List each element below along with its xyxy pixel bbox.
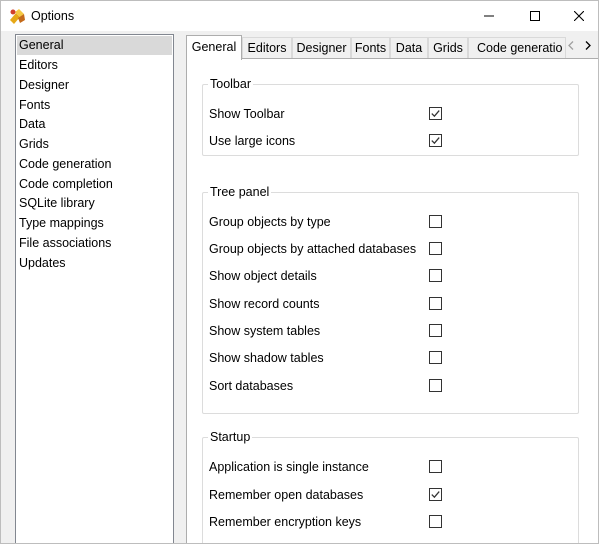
tab-general[interactable]: General: [186, 35, 242, 60]
show-object-details-checkbox[interactable]: [429, 269, 442, 282]
tab-scroll-left-button[interactable]: [564, 38, 578, 54]
remember-open-databases-checkbox[interactable]: [429, 488, 442, 501]
startup-group-title: Startup: [208, 430, 253, 444]
group-objects-by-type-checkbox[interactable]: [429, 215, 442, 228]
settings-tab-strip: General Editors Designer Fonts Data Grid…: [184, 35, 598, 60]
group-objects-by-type-label: Group objects by type: [209, 215, 331, 229]
nav-item-designer[interactable]: Designer: [17, 76, 172, 95]
remember-encryption-keys-checkbox[interactable]: [429, 515, 442, 528]
close-icon: [574, 11, 584, 21]
remember-encryption-keys-label: Remember encryption keys: [209, 515, 362, 529]
chevron-left-icon: [568, 39, 574, 53]
nav-item-data[interactable]: Data: [17, 115, 172, 134]
window-title: Options: [31, 9, 75, 23]
checkmark-icon: [431, 491, 440, 499]
tab-scroll-right-button[interactable]: [581, 38, 595, 54]
tree-panel-group-title: Tree panel: [208, 185, 272, 199]
close-button[interactable]: [557, 1, 598, 31]
checkmark-icon: [431, 137, 440, 145]
sort-databases-checkbox[interactable]: [429, 379, 442, 392]
show-toolbar-checkbox[interactable]: [429, 107, 442, 120]
nav-item-file-associations[interactable]: File associations: [17, 234, 172, 253]
tab-designer[interactable]: Designer: [292, 37, 351, 59]
group-objects-by-attached-databases-checkbox[interactable]: [429, 242, 442, 255]
options-window: Options General Editors Designer Fonts D…: [0, 0, 599, 544]
show-shadow-tables-checkbox[interactable]: [429, 351, 442, 364]
nav-item-sqlite-library[interactable]: SQLite library: [17, 194, 172, 213]
title-bar[interactable]: Options: [1, 1, 598, 31]
minimize-button[interactable]: [467, 1, 511, 31]
nav-item-general[interactable]: General: [17, 36, 172, 55]
checkmark-icon: [431, 110, 440, 118]
nav-item-type-mappings[interactable]: Type mappings: [17, 214, 172, 233]
nav-item-updates[interactable]: Updates: [17, 254, 172, 273]
tab-code-generation[interactable]: Code generatio: [468, 37, 566, 59]
maximize-icon: [530, 11, 540, 21]
show-toolbar-label: Show Toolbar: [209, 107, 285, 121]
nav-item-code-generation[interactable]: Code generation: [17, 155, 172, 174]
show-system-tables-label: Show system tables: [209, 324, 321, 338]
maximize-button[interactable]: [513, 1, 557, 31]
nav-item-fonts[interactable]: Fonts: [17, 96, 172, 115]
application-single-instance-checkbox[interactable]: [429, 460, 442, 473]
group-objects-by-attached-databases-label: Group objects by attached databases: [209, 242, 417, 256]
options-category-list[interactable]: General Editors Designer Fonts Data Grid…: [15, 34, 174, 543]
tab-fonts[interactable]: Fonts: [351, 37, 390, 59]
minimize-icon: [484, 11, 494, 21]
chevron-right-icon: [585, 39, 591, 53]
show-system-tables-checkbox[interactable]: [429, 324, 442, 337]
show-record-counts-label: Show record counts: [209, 297, 320, 311]
toolbar-group-title: Toolbar: [208, 77, 253, 91]
show-object-details-label: Show object details: [209, 269, 317, 283]
use-large-icons-checkbox[interactable]: [429, 134, 442, 147]
nav-item-grids[interactable]: Grids: [17, 135, 172, 154]
application-single-instance-label: Application is single instance: [209, 460, 369, 474]
use-large-icons-label: Use large icons: [209, 134, 296, 148]
tab-data[interactable]: Data: [390, 37, 428, 59]
show-shadow-tables-label: Show shadow tables: [209, 351, 324, 365]
show-record-counts-checkbox[interactable]: [429, 297, 442, 310]
app-logo-icon: [9, 8, 26, 25]
tab-grids[interactable]: Grids: [428, 37, 468, 59]
nav-item-editors[interactable]: Editors: [17, 56, 172, 75]
tab-editors[interactable]: Editors: [242, 37, 292, 59]
sort-databases-label: Sort databases: [209, 379, 294, 393]
nav-item-code-completion[interactable]: Code completion: [17, 175, 172, 194]
remember-open-databases-label: Remember open databases: [209, 488, 364, 502]
